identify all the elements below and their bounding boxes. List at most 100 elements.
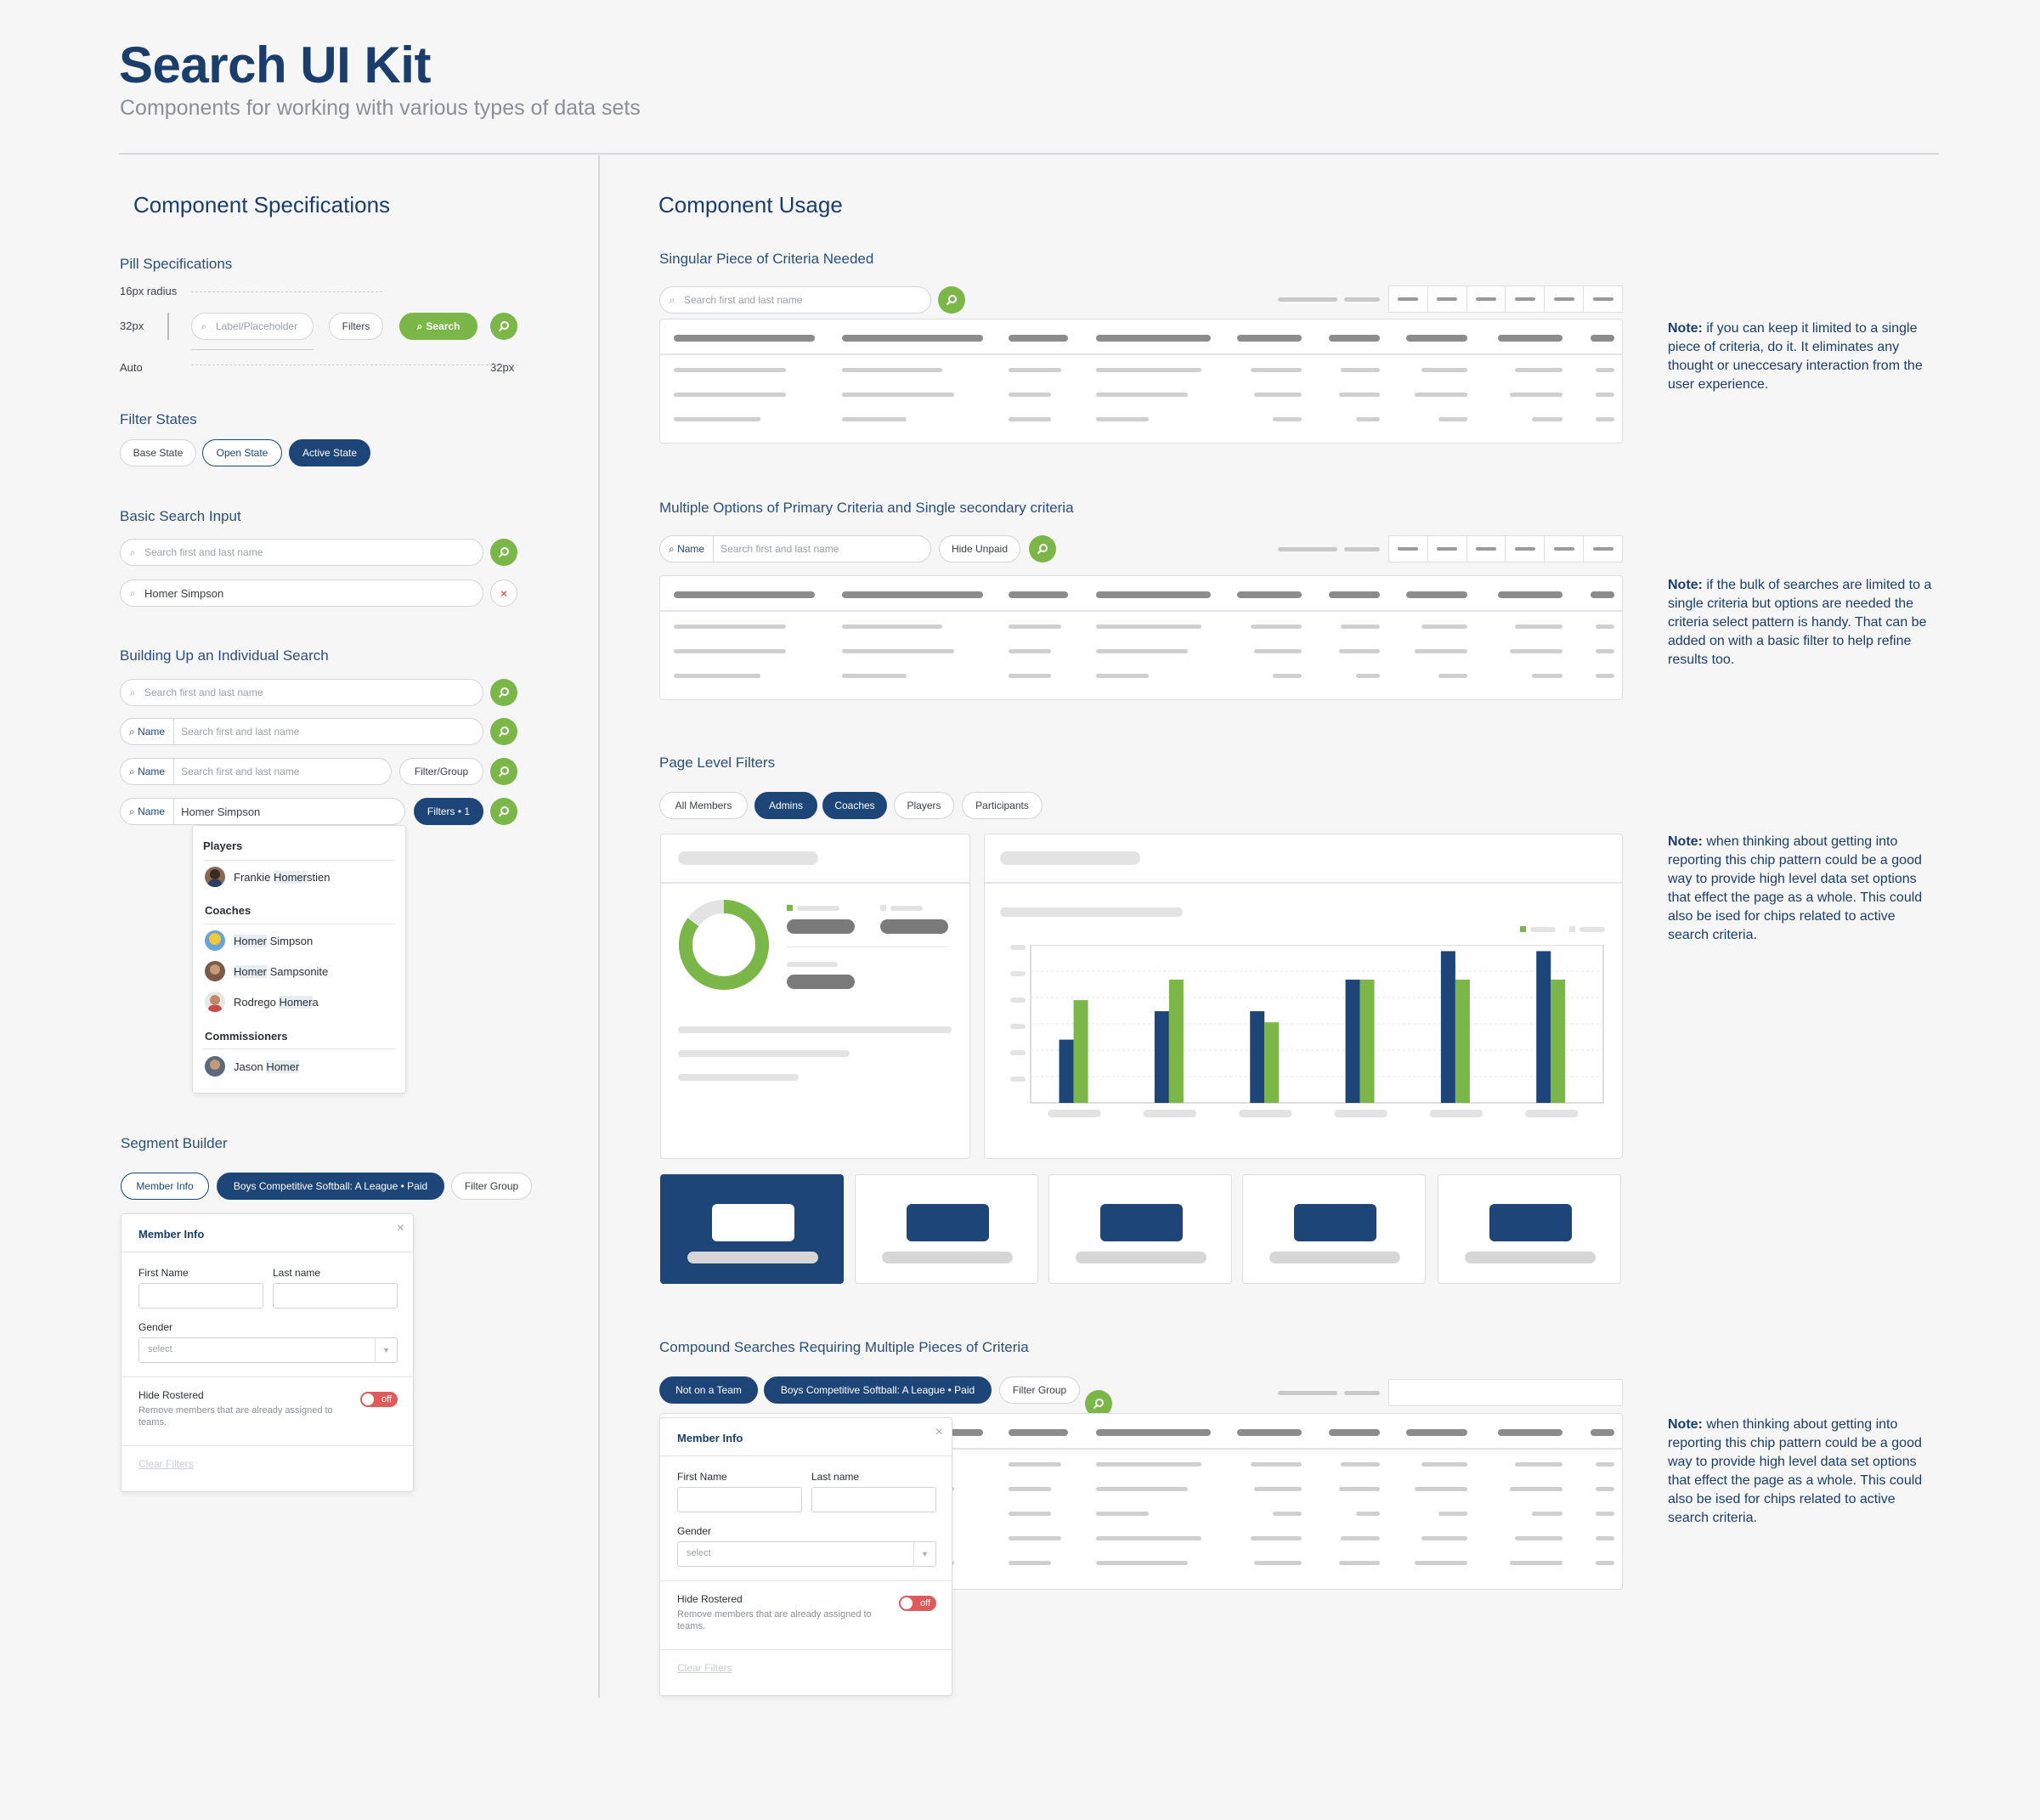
panel-divider — [660, 1649, 952, 1650]
criteria-select[interactable]: ⌕ Name — [121, 759, 175, 784]
cell-placeholder — [674, 393, 786, 397]
first-name-field[interactable] — [677, 1487, 802, 1512]
compound-filter-group[interactable]: Filter Group — [999, 1376, 1080, 1404]
multiple-search-input[interactable]: ⌕ Name Search first and last name — [659, 535, 931, 562]
active-state-pill[interactable]: Active State — [289, 439, 370, 466]
result-item[interactable]: Rodrego Homer a — [205, 992, 319, 1012]
search-results-dropdown: Players Frankie Homer stien Coaches Homer… — [192, 825, 406, 1094]
hide-rostered-toggle[interactable]: off — [899, 1596, 936, 1611]
basic-search-button[interactable] — [490, 539, 517, 566]
page-button[interactable] — [1428, 536, 1467, 562]
basic-search-input[interactable]: ⌕ Search first and last name — [120, 539, 483, 566]
gender-select[interactable]: select ▼ — [138, 1337, 398, 1363]
page-button[interactable] — [1506, 286, 1546, 312]
result-item[interactable]: Homer Sampsonite — [205, 961, 328, 981]
spec-label-input[interactable]: ⌕ Label/Placeholder — [191, 313, 314, 340]
column-header-placeholder — [674, 335, 815, 342]
result-name-pre: Rodrego — [234, 995, 280, 1009]
page-button[interactable] — [1584, 536, 1622, 562]
page-button[interactable] — [1467, 286, 1506, 312]
result-item[interactable]: Frankie Homer stien — [205, 867, 330, 887]
stat-tile[interactable] — [1242, 1174, 1426, 1284]
open-state-pill[interactable]: Open State — [202, 439, 282, 466]
page-button[interactable] — [1389, 286, 1428, 312]
result-name-pre: Frankie — [234, 870, 274, 884]
filters-active-pill[interactable]: Filters • 1 — [414, 798, 483, 825]
header-divider — [660, 610, 1622, 612]
filter-group-pill[interactable]: Filter/Group — [399, 758, 483, 785]
note-label: Note: — [1668, 321, 1703, 336]
result-item[interactable]: Jason Homer — [205, 1056, 300, 1077]
building-search-button-1[interactable] — [490, 679, 517, 706]
building-search-button-2[interactable] — [490, 718, 517, 745]
criteria-select[interactable]: ⌕ Name — [121, 799, 175, 824]
pagination[interactable] — [1388, 535, 1623, 562]
criteria-select[interactable]: ⌕ Name — [660, 536, 715, 562]
pagination[interactable] — [1388, 1379, 1623, 1406]
building-input-4[interactable]: ⌕ Name Homer Simpson — [120, 798, 405, 825]
singular-search-input[interactable]: ⌕ Search first and last name — [659, 286, 931, 314]
legend-placeholder — [797, 906, 839, 911]
building-search-button-4[interactable] — [490, 798, 517, 825]
member-info-pill[interactable]: Member Info — [121, 1173, 209, 1200]
pagination-label-placeholder — [1344, 547, 1380, 551]
pagination[interactable] — [1388, 285, 1623, 313]
base-state-pill[interactable]: Base State — [120, 439, 196, 466]
first-name-field[interactable] — [138, 1283, 263, 1308]
chip-coaches[interactable]: Coaches — [822, 792, 887, 819]
stat-tile[interactable] — [1438, 1174, 1621, 1284]
segment-chip[interactable]: Boys Competitive Softball: A League • Pa… — [217, 1173, 444, 1200]
gender-select[interactable]: select ▼ — [677, 1541, 936, 1567]
chip-participants[interactable]: Participants — [962, 792, 1043, 819]
cell-placeholder — [1273, 417, 1302, 421]
result-item[interactable]: Homer Simpson — [205, 930, 313, 951]
filter-group-pill[interactable]: Filter Group — [451, 1173, 532, 1200]
criteria-label: Name — [677, 543, 705, 555]
page-button[interactable] — [1584, 286, 1622, 312]
column-header-placeholder — [1406, 591, 1467, 598]
page-button[interactable] — [1467, 536, 1506, 562]
auto-label: Auto — [120, 361, 143, 374]
last-name-field[interactable] — [273, 1283, 398, 1308]
page-button[interactable] — [1545, 536, 1585, 562]
stat-tile-active[interactable] — [660, 1174, 844, 1284]
cell-placeholder — [842, 417, 907, 421]
chip-admins[interactable]: Admins — [754, 792, 817, 819]
basic-search-filled-input[interactable]: ⌕ Homer Simpson — [120, 579, 483, 607]
chip-all-members[interactable]: All Members — [659, 792, 748, 819]
building-search-button-3[interactable] — [490, 758, 517, 785]
y-tick-label — [1010, 1024, 1026, 1029]
cell-placeholder — [1596, 417, 1614, 421]
page-button[interactable] — [1506, 536, 1546, 562]
spec-search-button[interactable]: ⌕ Search — [399, 313, 478, 340]
compound-chip-2[interactable]: Boys Competitive Softball: A League • Pa… — [764, 1376, 992, 1404]
tile-value-placeholder — [1489, 1204, 1572, 1241]
criteria-select[interactable]: ⌕ Name — [121, 719, 175, 744]
singular-search-button[interactable] — [938, 286, 965, 314]
search-icon: ⌕ — [669, 293, 675, 306]
spec-round-search-button[interactable] — [490, 313, 517, 340]
chip-players[interactable]: Players — [894, 792, 954, 819]
page-button[interactable] — [1389, 536, 1428, 562]
close-icon[interactable]: × — [935, 1425, 943, 1440]
compound-chip-1[interactable]: Not on a Team — [659, 1376, 758, 1404]
clear-filters-link[interactable]: Clear Filters — [138, 1458, 194, 1470]
building-input-3[interactable]: ⌕ Name Search first and last name — [120, 758, 392, 785]
cell-placeholder — [1415, 1487, 1467, 1491]
clear-filters-link[interactable]: Clear Filters — [677, 1662, 732, 1674]
multiple-search-button[interactable] — [1029, 535, 1056, 562]
last-name-field[interactable] — [811, 1487, 936, 1512]
spec-filters-pill[interactable]: Filters — [329, 313, 383, 340]
page-button[interactable] — [1545, 286, 1585, 312]
page-button[interactable] — [1428, 286, 1467, 312]
hide-rostered-toggle[interactable]: off — [360, 1392, 398, 1407]
building-input-2[interactable]: ⌕ Name Search first and last name — [120, 718, 483, 745]
clear-search-button[interactable]: × — [490, 579, 517, 607]
stat-tile[interactable] — [1048, 1174, 1232, 1284]
gender-label: Gender — [677, 1525, 712, 1537]
cell-placeholder — [842, 393, 954, 397]
stat-tile[interactable] — [855, 1174, 1038, 1284]
hide-unpaid-pill[interactable]: Hide Unpaid — [939, 535, 1020, 562]
building-input-1[interactable]: ⌕ Search first and last name — [120, 679, 483, 706]
close-icon[interactable]: × — [397, 1221, 404, 1236]
